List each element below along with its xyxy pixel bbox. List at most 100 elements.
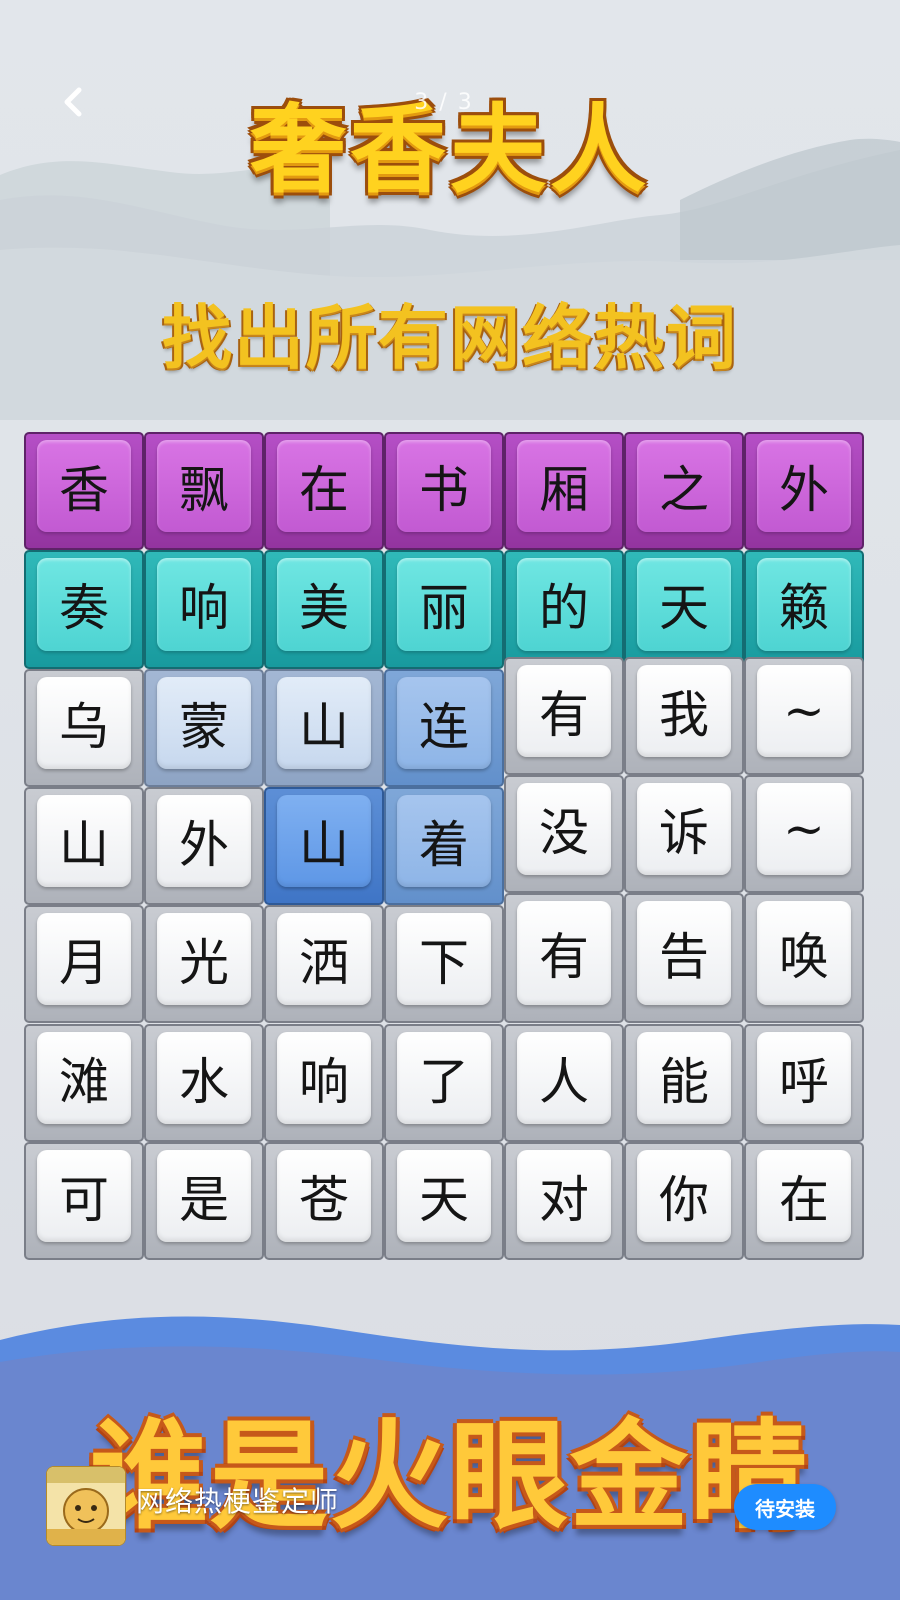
grid-tile[interactable]: 诉 [624, 774, 744, 894]
grid-tile[interactable]: 飘 [144, 432, 264, 551]
tile-character: 飘 [157, 440, 251, 533]
tile-character: 呼 [757, 1031, 851, 1124]
grid-tile[interactable]: 能 [624, 1023, 744, 1142]
tile-character: 你 [637, 1149, 731, 1243]
grid-tile[interactable]: 光 [144, 905, 264, 1024]
tile-character: 外 [757, 440, 851, 533]
grid-tile[interactable]: 响 [144, 550, 264, 669]
tile-character: 告 [637, 901, 731, 1006]
tile-character: 山 [277, 676, 371, 769]
tile-character: 响 [277, 1031, 371, 1124]
tile-character: 乌 [37, 676, 131, 769]
grid-tile[interactable]: 唤 [744, 893, 864, 1024]
instruction-subtitle: 找出所有网络热词 [162, 297, 738, 379]
grid-tile[interactable]: 山 [264, 786, 384, 906]
grid-tile[interactable]: 在 [264, 432, 384, 551]
tile-character: 在 [277, 440, 371, 533]
tile-character: 可 [37, 1149, 131, 1243]
grid-tile[interactable]: 连 [384, 668, 504, 787]
grid-tile[interactable]: 对 [504, 1141, 624, 1261]
tile-character: 是 [157, 1149, 251, 1243]
grid-tile[interactable]: 奏 [24, 550, 144, 669]
app-name: 网络热梗鉴定师 [136, 1485, 340, 1518]
tile-character: 山 [277, 794, 371, 888]
grid-tile[interactable]: 美 [264, 550, 384, 669]
page-indicator: 3 / 3 [414, 90, 474, 115]
tile-character: 水 [157, 1031, 251, 1124]
tile-character: 下 [397, 913, 491, 1006]
grid-tile[interactable]: 香 [24, 432, 144, 551]
tile-character: 我 [637, 664, 731, 757]
tile-character: 书 [397, 440, 491, 533]
tile-character: 蒙 [157, 676, 251, 769]
grid-tile[interactable]: 籁 [744, 550, 864, 669]
grid-tile[interactable]: 有 [504, 893, 624, 1024]
grid-tile[interactable]: 着 [384, 786, 504, 906]
tile-character: 天 [397, 1149, 491, 1243]
tile-character: 香 [37, 440, 131, 533]
tile-character: 了 [397, 1031, 491, 1124]
tile-character: 连 [397, 676, 491, 769]
grid-tile[interactable]: 没 [504, 774, 624, 894]
tile-character: 山 [37, 794, 131, 888]
tile-character: ~ [757, 782, 851, 876]
grid-tile[interactable]: 外 [144, 786, 264, 906]
tile-character: 的 [517, 558, 611, 651]
grid-tile[interactable]: 了 [384, 1023, 504, 1142]
tile-character: 苍 [277, 1149, 371, 1243]
grid-tile[interactable]: 之 [624, 432, 744, 551]
grid-tile[interactable]: 天 [624, 550, 744, 669]
tile-character: 诉 [637, 782, 731, 876]
grid-tile[interactable]: 可 [24, 1141, 144, 1261]
app-icon[interactable] [46, 1466, 126, 1546]
tile-character: 籁 [757, 558, 851, 651]
grid-tile[interactable]: 人 [504, 1023, 624, 1142]
tile-character: 在 [757, 1149, 851, 1243]
tile-character: 洒 [277, 913, 371, 1006]
tile-character: 对 [517, 1149, 611, 1243]
grid-tile[interactable]: 书 [384, 432, 504, 551]
grid-tile[interactable]: ~ [744, 656, 864, 775]
grid-tile[interactable]: 山 [24, 786, 144, 906]
tile-character: ~ [757, 664, 851, 757]
tile-character: 有 [517, 901, 611, 1006]
grid-tile[interactable]: 我 [624, 656, 744, 775]
tile-character: 天 [637, 558, 731, 651]
grid-tile[interactable]: 厢 [504, 432, 624, 551]
grid-tile[interactable]: 有 [504, 656, 624, 775]
tile-character: 没 [517, 782, 611, 876]
tile-character: 响 [157, 558, 251, 651]
grid-tile[interactable]: 月 [24, 905, 144, 1024]
grid-tile[interactable]: 山 [264, 668, 384, 787]
grid-tile[interactable]: 的 [504, 550, 624, 669]
grid-tile[interactable]: 蒙 [144, 668, 264, 787]
install-button[interactable]: 待安装 [734, 1484, 836, 1530]
grid-tile[interactable]: 是 [144, 1141, 264, 1261]
grid-tile[interactable]: 乌 [24, 668, 144, 787]
grid-tile[interactable]: 你 [624, 1141, 744, 1261]
tile-character: 能 [637, 1031, 731, 1124]
grid-tile[interactable]: 外 [744, 432, 864, 551]
tile-character: 厢 [517, 440, 611, 533]
grid-tile[interactable]: 丽 [384, 550, 504, 669]
tile-character: 之 [637, 440, 731, 533]
tile-character: 光 [157, 913, 251, 1006]
grid-tile[interactable]: ~ [744, 774, 864, 894]
grid-tile[interactable]: 洒 [264, 905, 384, 1024]
tile-character: 人 [517, 1031, 611, 1124]
tile-character: 美 [277, 558, 371, 651]
tile-character: 丽 [397, 558, 491, 651]
tile-character: 滩 [37, 1031, 131, 1124]
grid-tile[interactable]: 在 [744, 1141, 864, 1261]
word-grid: 香飘在书厢之外奏响美丽的天籁乌蒙山连有我 ~ 山外山着没诉 ~ 月光洒下有告唤滩水响了人… [24, 432, 864, 1261]
grid-tile[interactable]: 天 [384, 1141, 504, 1261]
grid-tile[interactable]: 滩 [24, 1023, 144, 1142]
grid-tile[interactable]: 苍 [264, 1141, 384, 1261]
grid-tile[interactable]: 告 [624, 893, 744, 1024]
grid-tile[interactable]: 下 [384, 905, 504, 1024]
grid-tile[interactable]: 呼 [744, 1023, 864, 1142]
tile-character: 月 [37, 913, 131, 1006]
grid-tile[interactable]: 水 [144, 1023, 264, 1142]
tile-character: 奏 [37, 558, 131, 651]
grid-tile[interactable]: 响 [264, 1023, 384, 1142]
